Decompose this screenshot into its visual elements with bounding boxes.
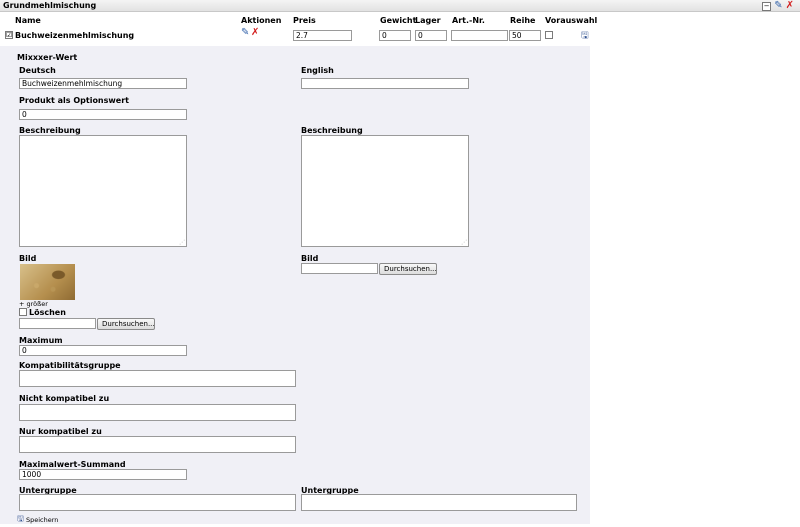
name-input-en[interactable] <box>301 78 469 89</box>
col-header-row: Reihe <box>510 16 536 25</box>
col-header-stock: Lager <box>415 16 441 25</box>
description-textarea-de[interactable]: ⋰ <box>19 135 187 247</box>
subgroup-input-en[interactable] <box>301 494 577 511</box>
section-title: Mixxxer-Wert <box>17 53 78 62</box>
col-header-weight: Gewicht <box>380 16 417 25</box>
description-textarea-en[interactable]: ⋰ <box>301 135 469 247</box>
max-sum-input[interactable] <box>19 469 187 480</box>
file-input-de[interactable] <box>19 318 96 329</box>
lang-label-de: Deutsch <box>19 66 56 75</box>
file-input-en[interactable] <box>301 263 378 274</box>
col-header-actions: Aktionen <box>241 16 282 25</box>
delete-image-checkbox[interactable] <box>19 308 27 316</box>
item-default-checkbox[interactable] <box>545 31 553 39</box>
product-thumbnail-image[interactable] <box>20 264 75 300</box>
not-compat-label: Nicht kompatibel zu <box>19 394 110 403</box>
only-compat-label: Nur kompatibel zu <box>19 427 102 436</box>
col-header-article: Art.-Nr. <box>452 16 485 25</box>
name-input-de[interactable] <box>19 78 187 89</box>
save-button[interactable]: Speichern <box>26 516 58 524</box>
image-label-en: Bild <box>301 254 319 263</box>
window-titlebar: Grundmehlmischung − ✎ ✗ <box>0 0 800 12</box>
col-header-default: Vorauswahl <box>545 16 598 25</box>
item-name: Buchweizenmehlmischung <box>15 31 135 40</box>
desc-label-en: Beschreibung <box>301 126 363 135</box>
item-select-checkbox[interactable]: ☑ <box>5 31 13 39</box>
item-edit-pencil-icon[interactable]: ✎ <box>241 28 249 38</box>
bigger-link[interactable]: + größer <box>19 300 48 308</box>
image-label-de: Bild <box>19 254 37 263</box>
item-save-disk-icon[interactable]: 🖫 <box>581 28 589 44</box>
subgroup-input-de[interactable] <box>19 494 296 511</box>
not-compat-input[interactable] <box>19 404 296 421</box>
save-disk-icon[interactable]: 🖫 <box>17 513 24 527</box>
max-sum-label: Maximalwert-Summand <box>19 460 126 469</box>
option-value-input[interactable] <box>19 109 187 120</box>
item-row-input[interactable] <box>509 30 541 41</box>
item-delete-x-icon[interactable]: ✗ <box>251 28 259 38</box>
resize-grip-icon[interactable]: ⋰ <box>461 240 467 246</box>
max-label: Maximum <box>19 336 63 345</box>
resize-grip-icon[interactable]: ⋰ <box>179 240 185 246</box>
delete-image-label: Löschen <box>29 308 66 317</box>
lang-label-en: English <box>301 66 334 75</box>
compat-group-label: Kompatibilitätsgruppe <box>19 361 121 370</box>
desc-label-de: Beschreibung <box>19 126 81 135</box>
browse-button-en[interactable]: Durchsuchen... <box>379 263 437 275</box>
item-stock-input[interactable] <box>415 30 447 41</box>
delete-x-icon[interactable]: ✗ <box>786 1 794 11</box>
compat-group-input[interactable] <box>19 370 296 387</box>
browse-button-de[interactable]: Durchsuchen... <box>97 318 155 330</box>
col-header-price: Preis <box>293 16 316 25</box>
col-header-name: Name <box>15 16 41 25</box>
only-compat-input[interactable] <box>19 436 296 453</box>
item-article-input[interactable] <box>451 30 508 41</box>
max-input[interactable] <box>19 345 187 356</box>
option-label: Produkt als Optionswert <box>19 96 129 105</box>
edit-pencil-icon[interactable]: ✎ <box>774 1 782 11</box>
item-weight-input[interactable] <box>379 30 411 41</box>
collapse-icon[interactable]: − <box>762 1 772 11</box>
window-title: Grundmehlmischung <box>3 1 97 10</box>
titlebar-actions: − ✎ ✗ <box>762 1 794 11</box>
item-price-input[interactable] <box>293 30 352 41</box>
